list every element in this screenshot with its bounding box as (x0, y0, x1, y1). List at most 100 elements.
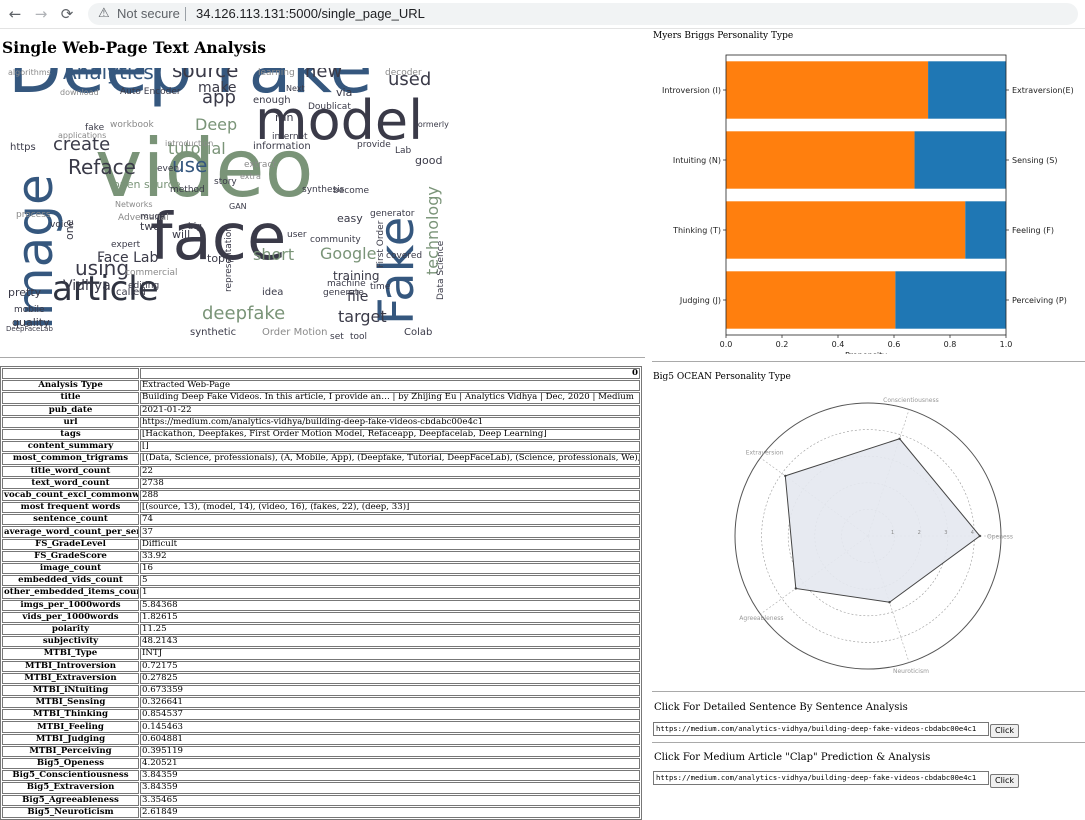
cloud-word: enough (253, 94, 291, 106)
divider (652, 361, 1085, 362)
forward-arrow-icon[interactable]: → (32, 5, 50, 23)
y-tick-label-left: Intuiting (N) (673, 156, 721, 165)
row-label: pub_date (2, 404, 139, 416)
cloud-word: Deep (195, 114, 238, 134)
cloud-word: big (188, 221, 202, 232)
cloud-word: Networks (115, 200, 153, 210)
reload-icon[interactable]: ⟳ (58, 5, 76, 23)
clap-url-input[interactable]: https://medium.com/analytics-vidhya/buil… (653, 771, 989, 785)
table-row: other_embedded_items_count 1 (2, 587, 640, 599)
table-row: MTBI_Feeling 0.145463 (2, 721, 640, 733)
table-row: embedded_vids_count 5 (2, 575, 640, 587)
cloud-word: representation (224, 225, 234, 292)
cloud-word: provide (357, 139, 391, 150)
cloud-word: covered (386, 250, 423, 261)
bar-segment (914, 131, 1006, 189)
row-label: MTBI_Introversion (2, 660, 139, 672)
radar-tick-label: 2 (918, 530, 921, 536)
cloud-word: story (214, 176, 237, 187)
detail-url-input[interactable]: https://medium.com/analytics-vidhya/buil… (653, 722, 989, 736)
cloud-word: much (140, 211, 166, 222)
cloud-word: GAN (229, 202, 247, 212)
url-text[interactable]: 34.126.113.131:5000/single_page_URL (196, 6, 425, 21)
table-header-row: 0 (2, 368, 640, 380)
table-row: most_common_trigrams [(Data, Science, pro… (2, 453, 640, 465)
row-value: [(source, 13), (model, 14), (video, 16),… (140, 502, 640, 514)
table-row: imgs_per_1000words 5.84368 (2, 599, 640, 611)
cloud-word: time (370, 281, 391, 292)
cloud-word: First Order (376, 220, 386, 268)
row-value: Extracted Web-Page (140, 380, 640, 392)
x-tick-label: 0.6 (888, 340, 901, 349)
row-label: Big5_Neuroticism (2, 806, 139, 818)
table-header-index (2, 368, 139, 380)
table-row: title_word_count 22 (2, 465, 640, 477)
row-label: most_common_trigrams (2, 453, 139, 465)
y-tick-label-right: Extraversion(E) (1012, 86, 1074, 95)
row-label: Big5_Openess (2, 758, 139, 770)
cloud-word: generate (323, 287, 364, 298)
row-label: FS_GradeLevel (2, 538, 139, 550)
row-label: polarity (2, 623, 139, 636)
cloud-word: generator (370, 208, 415, 219)
row-label: MTBI_Extraversion (2, 672, 139, 684)
y-tick-label-left: Judging (J) (679, 296, 721, 305)
back-arrow-icon[interactable]: ← (6, 5, 24, 23)
cloud-word: pretty (8, 285, 42, 299)
row-value: 0.72175 (140, 660, 640, 672)
x-tick-label: 0.0 (720, 340, 733, 349)
radar-data-point (784, 474, 787, 478)
row-value: 0.395119 (140, 745, 640, 757)
table-row: Big5_Conscientiousness 3.84359 (2, 770, 640, 782)
row-label: most frequent words (2, 502, 139, 514)
row-label: Big5_Extraversion (2, 782, 139, 794)
y-tick-label-right: Feeling (F) (1012, 226, 1054, 235)
divider (652, 691, 1085, 692)
table-row: FS_GradeLevel Difficult (2, 538, 640, 550)
cloud-word: editing (128, 280, 160, 291)
radar-data-area (784, 438, 981, 603)
row-label: other_embedded_items_count (2, 587, 139, 599)
browser-toolbar: ← → ⟳ ⚠ Not secure 34.126.113.131:5000/s… (0, 0, 1085, 29)
address-bar[interactable]: ⚠ Not secure 34.126.113.131:5000/single_… (88, 3, 1078, 25)
table-row: url https://medium.com/analytics-vidhya/b… (2, 416, 640, 428)
cloud-word: Next (286, 84, 305, 94)
row-value: [(Data, Science, professionals), (A, Mob… (140, 453, 640, 465)
bar-segment (965, 201, 1006, 259)
cloud-word: Data Science (436, 240, 446, 300)
table-row: title Building Deep Fake Videos. In this … (2, 392, 640, 404)
cloud-word: target (338, 306, 387, 326)
not-secure-label[interactable]: Not secure (117, 6, 180, 21)
table-row: Analysis Type Extracted Web-Page (2, 380, 640, 392)
cloud-word: workbook (110, 119, 154, 130)
radar-axis-label: Openess (987, 534, 1013, 541)
cloud-word: voice (50, 219, 74, 230)
row-value: 1.82615 (140, 611, 640, 623)
bar-segment (726, 201, 966, 259)
row-label: Big5_Agreeableness (2, 794, 139, 806)
row-value: 2.61849 (140, 806, 640, 818)
row-value: 0.604881 (140, 733, 640, 745)
row-value: 5 (140, 575, 640, 587)
cloud-word: Face Lab (97, 249, 159, 266)
row-value: 5.84368 (140, 599, 640, 611)
row-label: subjectivity (2, 636, 139, 648)
cloud-word: internet (272, 131, 308, 142)
cloud-word: new (305, 68, 343, 83)
cloud-word: Colab (404, 326, 433, 338)
cloud-word: extract (244, 159, 276, 170)
row-value: 288 (140, 489, 640, 502)
warning-triangle-icon[interactable]: ⚠ (98, 6, 110, 21)
table-row: Big5_Neuroticism 2.61849 (2, 806, 640, 818)
row-label: MTBI_Judging (2, 733, 139, 745)
row-value: 2738 (140, 477, 640, 489)
radar-tick-label: 4 (971, 530, 974, 536)
bar-segment (928, 61, 1006, 119)
cloud-word: extra (240, 172, 261, 182)
cloud-word: Google (320, 243, 377, 263)
radar-axis-label: Extraversion (746, 449, 784, 456)
detail-click-button[interactable]: Click (990, 724, 1020, 738)
clap-click-button[interactable]: Click (990, 774, 1020, 788)
row-value: Building Deep Fake Videos. In this artic… (140, 392, 640, 404)
row-value: 22 (140, 465, 640, 477)
